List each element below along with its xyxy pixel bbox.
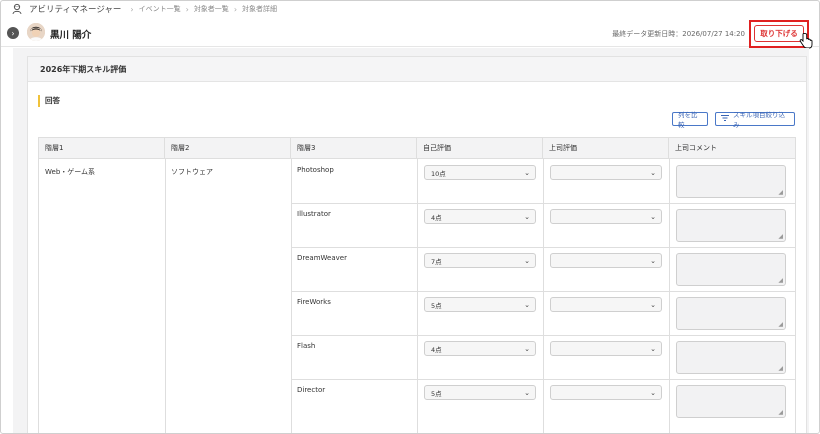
boss-comment-textarea[interactable]: ◢ xyxy=(676,341,786,374)
user-header: › 黒川 陽介 最終データ更新日時：2026/07/27 14:20 取り下げる xyxy=(1,19,819,48)
self-eval-select[interactable]: 4点 ⌄ xyxy=(424,341,536,356)
chevron-down-icon: ⌄ xyxy=(650,345,656,353)
breadcrumb-target-list[interactable]: 対象者一覧 xyxy=(194,4,229,14)
sidebar-toggle-icon[interactable]: › xyxy=(7,27,19,39)
chevron-right-icon: › xyxy=(185,4,189,14)
breadcrumb: アビリティマネージャー › イベント一覧 › 対象者一覧 › 対象者詳細 xyxy=(1,1,819,17)
boss-eval-select[interactable]: ⌄ xyxy=(550,297,662,312)
boss-comment-textarea[interactable]: ◢ xyxy=(676,253,786,286)
chevron-down-icon: ⌄ xyxy=(524,345,530,353)
row-divider xyxy=(291,203,795,204)
chevron-down-icon: ⌄ xyxy=(650,169,656,177)
column-divider xyxy=(165,159,166,433)
self-eval-value: 4点 xyxy=(431,345,442,354)
breadcrumb-target-detail: 対象者詳細 xyxy=(242,5,278,13)
self-eval-select[interactable]: 4点 ⌄ xyxy=(424,209,536,224)
header-layer3: 階層3 xyxy=(291,138,417,159)
boss-eval-select[interactable]: ⌄ xyxy=(550,253,662,268)
skill-name: FireWorks xyxy=(297,298,331,306)
self-eval-value: 10点 xyxy=(431,169,446,178)
skill-name: Director xyxy=(297,386,326,394)
boss-comment-textarea[interactable]: ◢ xyxy=(676,385,786,418)
skill-name: DreamWeaver xyxy=(297,254,347,262)
header-boss-comment: 上司コメント xyxy=(675,144,717,152)
chevron-down-icon: ⌄ xyxy=(650,389,656,397)
row-divider xyxy=(291,291,795,292)
self-eval-value: 5点 xyxy=(431,301,442,310)
compare-columns-label: 列を比較 xyxy=(678,111,698,129)
chevron-down-icon: ⌄ xyxy=(524,169,530,177)
user-name: 黒川 陽介 xyxy=(50,30,92,41)
header-layer2: 階層2 xyxy=(165,138,291,159)
resize-grip-icon: ◢ xyxy=(778,365,783,372)
card-title: 2026年下期スキル評価 xyxy=(28,57,806,82)
skill-filter-label: スキル項目絞り込み xyxy=(733,111,785,129)
chevron-down-icon: ⌄ xyxy=(650,213,656,221)
section-answer-label: 回答 xyxy=(38,95,60,107)
column-divider xyxy=(417,159,418,433)
layer2-value: ソフトウェア xyxy=(171,168,213,176)
boss-eval-select[interactable]: ⌄ xyxy=(550,209,662,224)
column-divider xyxy=(543,159,544,433)
boss-comment-textarea[interactable]: ◢ xyxy=(676,165,786,198)
column-divider xyxy=(669,159,670,433)
boss-comment-textarea[interactable]: ◢ xyxy=(676,297,786,330)
compare-columns-button[interactable]: 列を比較 xyxy=(672,111,708,129)
chevron-down-icon: ⌄ xyxy=(650,301,656,309)
self-eval-select[interactable]: 10点 ⌄ xyxy=(424,165,536,180)
resize-grip-icon: ◢ xyxy=(778,277,783,284)
self-eval-select[interactable]: 5点 ⌄ xyxy=(424,385,536,400)
resize-grip-icon: ◢ xyxy=(778,233,783,240)
chevron-down-icon: ⌄ xyxy=(524,257,530,265)
avatar xyxy=(27,23,45,41)
skill-name: Photoshop xyxy=(297,166,334,174)
chevron-down-icon: ⌄ xyxy=(650,257,656,265)
last-update-text: 最終データ更新日時：2026/07/27 14:20 xyxy=(612,30,745,38)
withdraw-button[interactable]: 取り下げる xyxy=(754,25,804,42)
app-logo-icon xyxy=(11,3,23,15)
chevron-down-icon: ⌄ xyxy=(524,389,530,397)
self-eval-value: 5点 xyxy=(431,389,442,398)
table-header: 階層1 階層2 階層3 自己評価 上司評価 上司コメント xyxy=(39,138,795,159)
boss-eval-select[interactable]: ⌄ xyxy=(550,341,662,356)
row-divider xyxy=(291,247,795,248)
skill-name: Illustrator xyxy=(297,210,331,218)
skill-name: Flash xyxy=(297,342,316,350)
self-eval-select[interactable]: 7点 ⌄ xyxy=(424,253,536,268)
skill-filter-button[interactable]: スキル項目絞り込み xyxy=(715,111,795,129)
row-divider xyxy=(291,335,795,336)
self-eval-value: 7点 xyxy=(431,257,442,266)
chevron-down-icon: ⌄ xyxy=(524,213,530,221)
resize-grip-icon: ◢ xyxy=(778,189,783,196)
app-name-link[interactable]: アビリティマネージャー xyxy=(29,3,121,15)
boss-comment-textarea[interactable]: ◢ xyxy=(676,209,786,242)
resize-grip-icon: ◢ xyxy=(778,321,783,328)
filter-icon xyxy=(721,115,729,123)
chevron-right-icon: › xyxy=(233,4,238,14)
resize-grip-icon: ◢ xyxy=(778,409,783,416)
self-eval-value: 4点 xyxy=(431,213,442,222)
app-window: アビリティマネージャー › イベント一覧 › 対象者一覧 › 対象者詳細 › 黒… xyxy=(0,0,820,434)
row-divider xyxy=(291,379,795,380)
header-boss-eval: 上司評価 xyxy=(543,138,669,159)
chevron-right-icon: › xyxy=(130,4,134,14)
self-eval-select[interactable]: 5点 ⌄ xyxy=(424,297,536,312)
layer1-value: Web・ゲーム系 xyxy=(45,168,96,176)
boss-eval-select[interactable]: ⌄ xyxy=(550,165,662,180)
boss-eval-select[interactable]: ⌄ xyxy=(550,385,662,400)
hand-cursor-icon xyxy=(799,33,813,49)
skill-table: 階層1 階層2 階層3 自己評価 上司評価 上司コメント Web・ゲーム系 ソフ… xyxy=(38,137,796,433)
chevron-down-icon: ⌄ xyxy=(524,301,530,309)
header-self-eval: 自己評価 xyxy=(417,138,543,159)
evaluation-card: 2026年下期スキル評価 回答 列を比較 スキル項目絞り込み 階層1 階層2 階… xyxy=(27,56,807,433)
breadcrumb-event-list[interactable]: イベント一覧 xyxy=(139,4,181,14)
header-layer1: 階層1 xyxy=(39,138,165,159)
column-divider xyxy=(291,159,292,433)
